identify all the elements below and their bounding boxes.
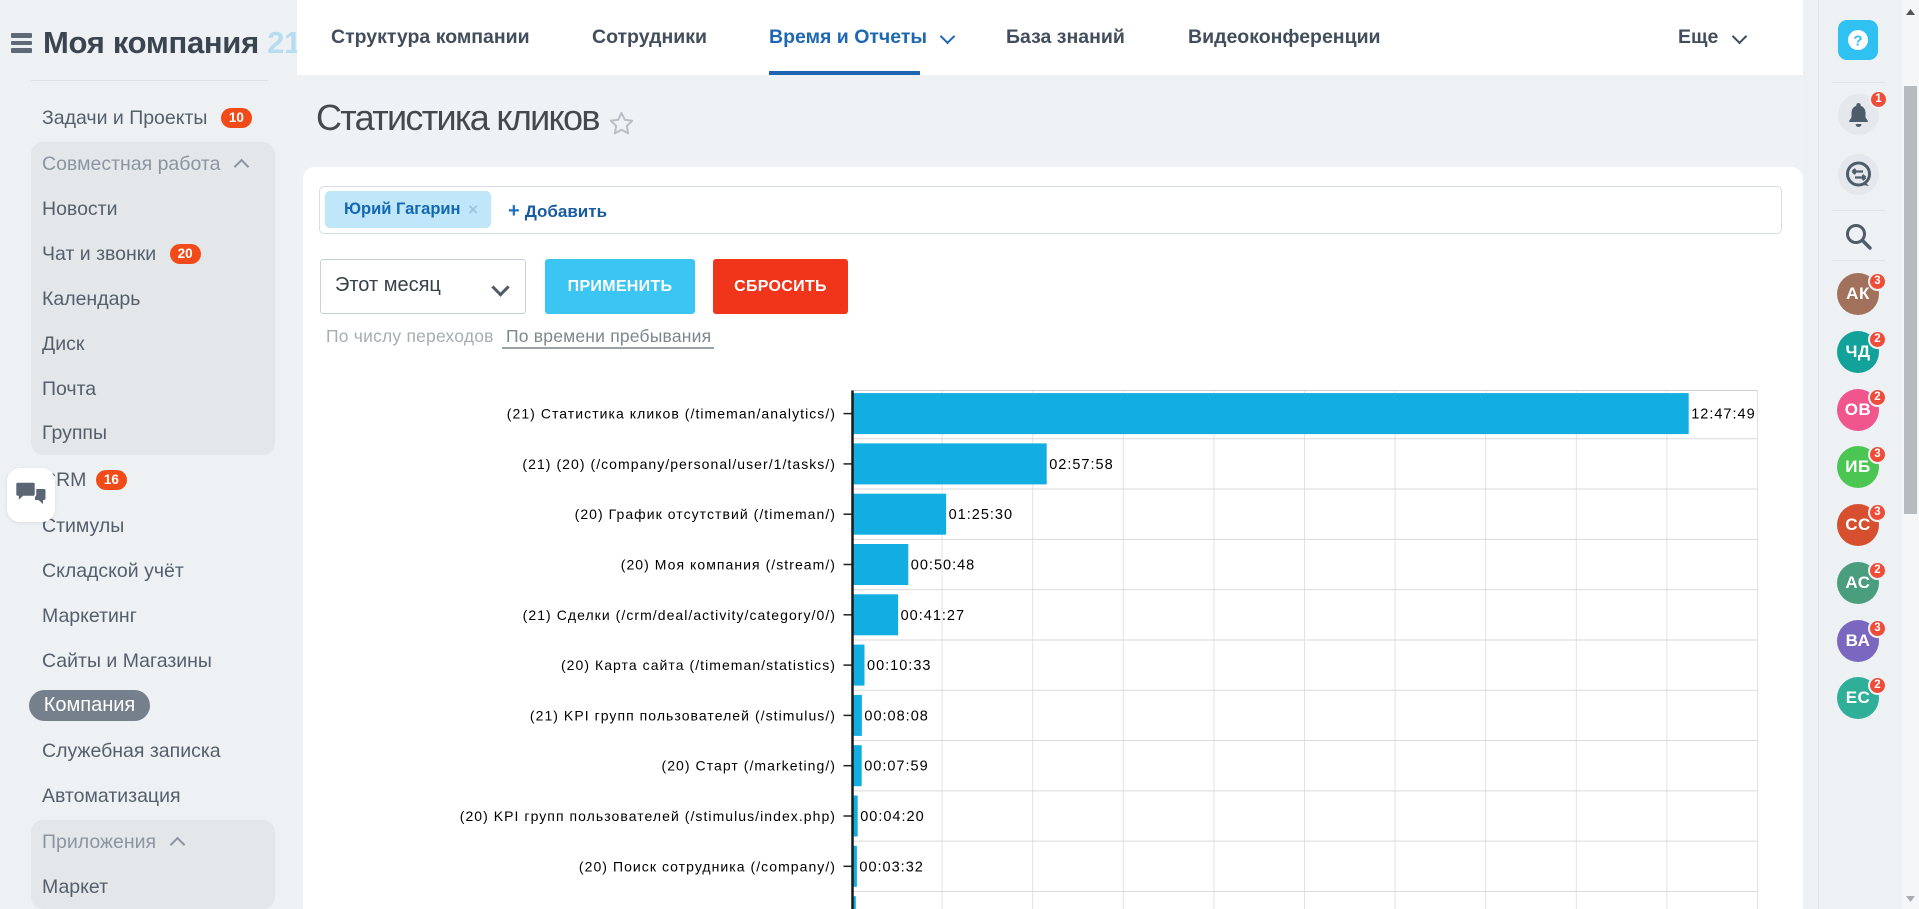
svg-text:?: ? — [1853, 33, 1862, 50]
svg-text:(21) (20) (/company/personal/u: (21) (20) (/company/personal/user/1/task… — [522, 456, 836, 472]
svg-text:(20) Моя компания (/stream/): (20) Моя компания (/stream/) — [621, 557, 836, 573]
svg-text:(20) Карта сайта (/timeman/sta: (20) Карта сайта (/timeman/statistics) — [561, 657, 836, 673]
svg-text:(20) График отсутствий (/timem: (20) График отсутствий (/timeman/) — [575, 506, 836, 522]
svg-text:00:08:08: 00:08:08 — [864, 708, 928, 724]
svg-text:(20) KPI групп пользователей (: (20) KPI групп пользователей (/stimulus/… — [460, 808, 836, 824]
svg-text:00:50:48: 00:50:48 — [911, 558, 975, 574]
svg-text:(20) Поиск сотрудника (/compan: (20) Поиск сотрудника (/company/) — [579, 858, 836, 874]
svg-text:00:10:33: 00:10:33 — [867, 658, 931, 674]
svg-text:01:25:30: 01:25:30 — [949, 507, 1013, 523]
svg-text:(20) Старт (/marketing/): (20) Старт (/marketing/) — [662, 758, 837, 774]
svg-text:(21) KPI групп пользователей (: (21) KPI групп пользователей (/stimulus/… — [530, 707, 836, 723]
svg-text:00:41:27: 00:41:27 — [901, 608, 965, 624]
svg-text:02:57:58: 02:57:58 — [1049, 457, 1113, 473]
svg-text:00:04:20: 00:04:20 — [860, 809, 924, 825]
svg-text:12:47:49: 12:47:49 — [1691, 407, 1755, 423]
svg-text:(21) Статистика кликов (/timem: (21) Статистика кликов (/timeman/analyti… — [507, 406, 836, 422]
svg-text:00:03:32: 00:03:32 — [859, 859, 923, 875]
svg-text:(21) Сделки (/crm/deal/activit: (21) Сделки (/crm/deal/activity/category… — [523, 607, 836, 623]
svg-text:00:07:59: 00:07:59 — [864, 759, 928, 775]
